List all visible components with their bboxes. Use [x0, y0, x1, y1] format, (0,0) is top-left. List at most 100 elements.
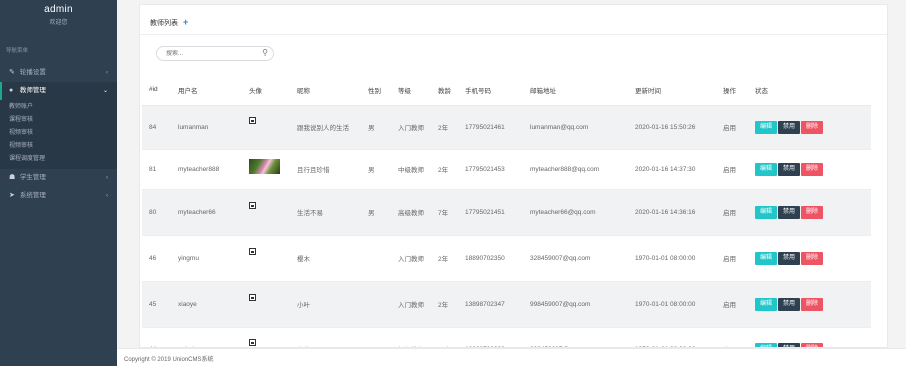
- cell-phone: 17795021451: [458, 188, 523, 235]
- delete-button[interactable]: 删除: [801, 297, 824, 311]
- cell-updated: 2020-01-16 14:37:30: [628, 148, 716, 189]
- profile: admin 欢迎您: [0, 0, 117, 40]
- cell-avatar: [242, 104, 290, 149]
- column-header[interactable]: 邮箱地址: [523, 75, 628, 106]
- cell-email: 328459007@qq.com: [523, 234, 628, 281]
- nav-item-students[interactable]: ☗ 学生管理 ‹: [0, 169, 117, 187]
- avatar: [249, 158, 280, 174]
- welcome-text: 欢迎您: [49, 20, 68, 26]
- cell-avatar: [242, 188, 290, 235]
- students-icon: ☗: [9, 174, 16, 181]
- nav-item-teachers[interactable]: ● 教师管理 ⌄: [0, 82, 117, 100]
- column-header[interactable]: 更新时间: [628, 75, 716, 106]
- cell-gender: 男: [361, 104, 391, 149]
- cell-gender: 男: [361, 188, 391, 235]
- cell-updated: 1970-01-01 08:00:00: [628, 234, 716, 281]
- cell-avatar: [242, 326, 290, 347]
- table-row: 80 myteacher66 生活不易男高级教师 7年 17795021451 mytea…: [142, 188, 871, 235]
- cell-username: myteacher66: [171, 188, 242, 235]
- cell-id: 45: [142, 280, 171, 327]
- send-icon: ➤: [9, 192, 15, 199]
- search-input[interactable]: [166, 50, 256, 58]
- cell-nickname: 小叶: [290, 280, 361, 327]
- cell-years: 10年: [431, 326, 458, 347]
- disable-button[interactable]: 禁用: [778, 297, 801, 311]
- column-header[interactable]: 头像: [242, 75, 290, 106]
- sub-item-video-review[interactable]: 视频审核: [0, 127, 117, 140]
- username[interactable]: admin: [0, 4, 117, 15]
- disable-button[interactable]: 禁用: [778, 120, 801, 134]
- delete-button[interactable]: 删除: [801, 162, 824, 176]
- column-header[interactable]: 教龄: [431, 75, 458, 106]
- cell-username: anbei: [171, 326, 242, 347]
- cell-email: myteacher66@qq.com: [523, 188, 628, 235]
- nav-item-system[interactable]: ➤ 系统管理 ‹: [0, 187, 117, 205]
- disable-button[interactable]: 禁用: [778, 205, 801, 219]
- cell-level: 入门教师: [391, 234, 431, 281]
- cell-status: 启用: [716, 326, 748, 347]
- column-header[interactable]: 用户名: [171, 75, 242, 106]
- cell-email: myteacher888@qq.com: [523, 148, 628, 189]
- cell-years: 2年: [431, 148, 458, 189]
- cell-email: 998459007@qq.com: [523, 280, 628, 327]
- sub-item-video-review-2[interactable]: 视频审核: [0, 140, 117, 153]
- cell-status: 启用: [716, 188, 748, 235]
- main-content: 教师列表 + ⚲ #id 用户名 头像 昵称 性别 等级 教龄: [117, 0, 906, 348]
- column-header[interactable]: 状态: [748, 75, 871, 106]
- cell-username: lumanman: [171, 104, 242, 149]
- avatar: [249, 338, 256, 346]
- nav-label: 系统管理: [19, 192, 46, 199]
- edit-button[interactable]: 编辑: [755, 205, 778, 219]
- cell-years: 2年: [431, 104, 458, 149]
- column-header[interactable]: 手机号码: [458, 75, 523, 106]
- cell-nickname: 生活不易: [290, 188, 361, 235]
- delete-button[interactable]: 删除: [801, 205, 824, 219]
- cell-status: 启用: [716, 148, 748, 189]
- column-header[interactable]: 性别: [361, 75, 391, 106]
- cell-level: 初级教师: [391, 326, 431, 347]
- cell-id: 80: [142, 188, 171, 235]
- add-tab-icon[interactable]: +: [183, 17, 188, 27]
- disable-button[interactable]: 禁用: [778, 162, 801, 176]
- cell-id: 84: [142, 104, 171, 149]
- cell-actions: 编辑禁用删除: [748, 280, 871, 327]
- sub-item-course-review[interactable]: 课程审核: [0, 114, 117, 127]
- nav-item-carousel[interactable]: ✎ 轮播设置 ‹: [0, 64, 117, 82]
- search-icon[interactable]: ⚲: [262, 48, 268, 57]
- delete-button[interactable]: 删除: [801, 120, 824, 134]
- cell-username: yingmu: [171, 234, 242, 281]
- delete-button[interactable]: 删除: [801, 251, 824, 265]
- cell-years: 2年: [431, 280, 458, 327]
- user-icon: ●: [9, 87, 14, 94]
- table-header-row: #id 用户名 头像 昵称 性别 等级 教龄 手机号码 邮箱地址 更新时间 操作…: [142, 75, 871, 106]
- sub-item-course-schedule[interactable]: 课程调度管理: [0, 153, 117, 166]
- edit-button[interactable]: 编辑: [755, 162, 778, 176]
- column-header[interactable]: 等级: [391, 75, 431, 106]
- avatar: [249, 247, 256, 255]
- panel-header: 教师列表 +: [140, 5, 887, 35]
- table-row: 81 myteacher888 且行且珍惜男中级教师 2年 17795021453 myt…: [142, 148, 871, 189]
- chevron-down-icon: ⌄: [102, 88, 108, 94]
- column-header[interactable]: 操作: [716, 75, 748, 106]
- cell-phone: 18890702350: [458, 234, 523, 281]
- edit-button[interactable]: 编辑: [755, 251, 778, 265]
- cell-years: 7年: [431, 188, 458, 235]
- edit-button[interactable]: 编辑: [755, 120, 778, 134]
- column-header[interactable]: #id: [142, 75, 171, 106]
- sub-item-teacher-accounts[interactable]: 教师账户: [0, 101, 117, 114]
- cell-username: xiaoye: [171, 280, 242, 327]
- disable-button[interactable]: 禁用: [778, 251, 801, 265]
- cell-years: 2年: [431, 234, 458, 281]
- cell-username: myteacher888: [171, 148, 242, 189]
- column-header[interactable]: 昵称: [290, 75, 361, 106]
- wrench-icon: ✎: [9, 69, 15, 76]
- cell-level: 入门教师: [391, 104, 431, 149]
- cell-actions: 编辑禁用删除: [748, 104, 871, 149]
- cell-status: 启用: [716, 280, 748, 327]
- edit-button[interactable]: 编辑: [755, 297, 778, 311]
- cell-nickname: 安倍: [290, 326, 361, 347]
- cell-avatar: [242, 280, 290, 327]
- cell-phone: 13898702338: [458, 326, 523, 347]
- tab-teacher-list[interactable]: 教师列表: [150, 18, 178, 28]
- copyright-text: Copyright © 2019 UnionCMS系统: [124, 357, 214, 363]
